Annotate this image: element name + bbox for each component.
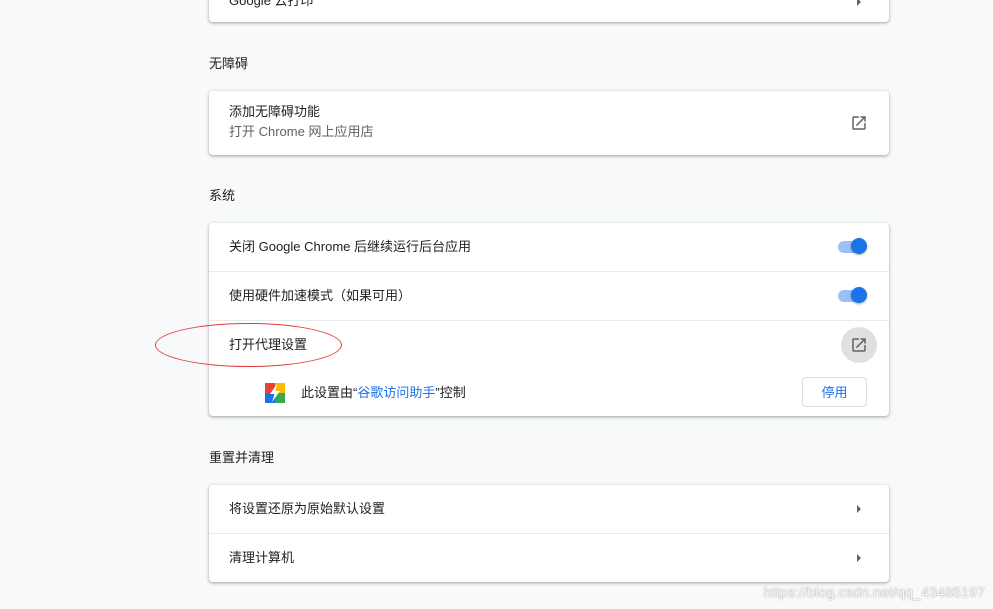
section-title-system: 系统 [209,188,236,203]
section-title-reset: 重置并清理 [209,450,275,465]
watermark-text: https://blog.csdn.net/qq_43485197 [763,584,985,600]
system-card: 关闭 Google Chrome 后继续运行后台应用 使用硬件加速模式（如果可用… [209,223,889,416]
section-title-accessibility: 无障碍 [209,56,249,71]
disable-extension-button[interactable]: 停用 [802,377,867,407]
accessibility-card: 添加无障碍功能 打开 Chrome 网上应用店 [209,91,889,155]
extension-notice-prefix: 此设置由“ [301,385,358,400]
arrow-right-icon [857,554,861,562]
extension-lightning-icon [265,383,285,403]
annotation-ellipse [155,323,342,367]
background-apps-row[interactable]: 关闭 Google Chrome 后继续运行后台应用 [209,223,889,271]
cleanup-computer-row[interactable]: 清理计算机 [209,533,889,582]
restore-defaults-row[interactable]: 将设置还原为原始默认设置 [209,485,889,533]
extension-notice-row: 此设置由“谷歌访问助手”控制 停用 [209,369,889,416]
cloud-print-card: Google 云打印 [209,0,889,22]
cleanup-computer-label: 清理计算机 [229,550,295,565]
hardware-acceleration-toggle[interactable] [836,286,870,306]
open-in-new-icon[interactable] [850,336,868,354]
add-accessibility-row[interactable]: 添加无障碍功能 打开 Chrome 网上应用店 [209,91,889,155]
open-in-new-icon[interactable] [850,114,868,132]
add-accessibility-title: 添加无障碍功能 [229,104,321,119]
extension-name-link[interactable]: 谷歌访问助手 [357,385,435,400]
toggle-knob [851,287,867,303]
restore-defaults-label: 将设置还原为原始默认设置 [229,501,386,516]
cloud-print-row[interactable]: Google 云打印 [209,0,889,22]
cloud-print-label: Google 云打印 [229,0,314,8]
settings-page: Google 云打印 无障碍 添加无障碍功能 打开 Chrome 网上应用店 系… [0,0,993,609]
reset-card: 将设置还原为原始默认设置 清理计算机 [209,485,889,582]
add-accessibility-subtitle: 打开 Chrome 网上应用店 [229,124,374,139]
toggle-knob [851,238,867,254]
extension-notice-text: 此设置由“谷歌访问助手”控制 [301,385,466,401]
hardware-acceleration-label: 使用硬件加速模式（如果可用） [229,288,412,303]
arrow-right-icon [857,505,861,513]
arrow-right-icon [857,0,861,6]
background-apps-label: 关闭 Google Chrome 后继续运行后台应用 [229,239,471,254]
hardware-acceleration-row[interactable]: 使用硬件加速模式（如果可用） [209,271,889,320]
background-apps-toggle[interactable] [836,237,870,257]
extension-notice-suffix: ”控制 [435,385,466,400]
